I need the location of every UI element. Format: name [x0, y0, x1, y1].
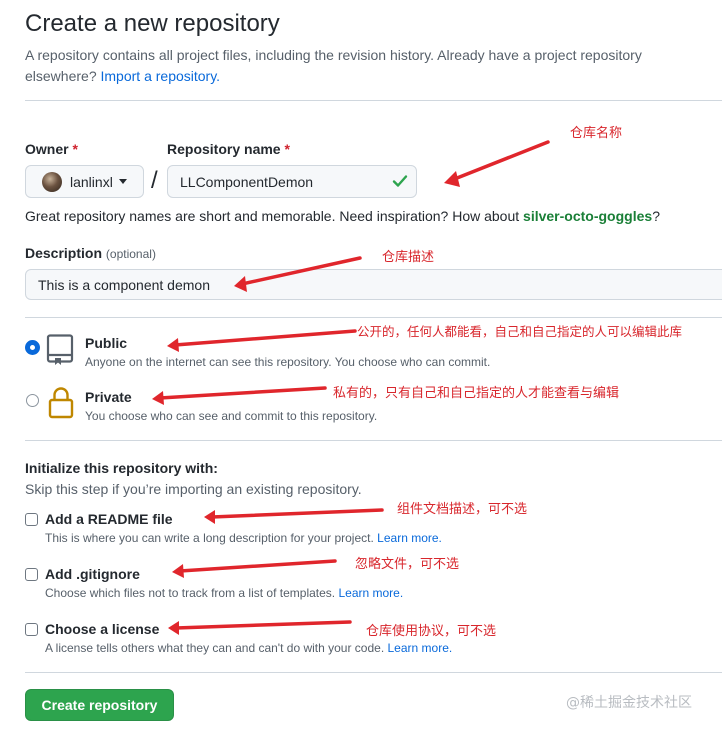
- import-repository-link[interactable]: Import a repository.: [101, 68, 221, 84]
- gitignore-desc: Choose which files not to track from a l…: [45, 586, 403, 600]
- watermark: @稀土掘金技术社区: [566, 695, 692, 711]
- readme-label[interactable]: Add a README file: [45, 511, 173, 527]
- divider: [25, 440, 722, 441]
- readme-checkbox[interactable]: [25, 513, 38, 526]
- arrow-private: [158, 386, 327, 400]
- readme-desc: This is where you can write a long descr…: [45, 531, 442, 545]
- create-repository-button[interactable]: Create repository: [25, 689, 174, 721]
- arrowhead: [204, 510, 215, 524]
- license-desc-text: A license tells others what they can and…: [45, 641, 385, 655]
- private-subtitle: You choose who can see and commit to thi…: [85, 409, 378, 423]
- arrow-public: [173, 329, 357, 347]
- repo-name-label: Repository name *: [167, 141, 290, 157]
- arrowhead: [172, 564, 184, 578]
- public-subtitle: Anyone on the internet can see this repo…: [85, 355, 491, 369]
- gitignore-label[interactable]: Add .gitignore: [45, 566, 140, 582]
- required-mark: *: [284, 141, 290, 157]
- annotation-repo-name: 仓库名称: [570, 126, 623, 141]
- license-desc: A license tells others what they can and…: [45, 641, 452, 655]
- annotation-public: 公开的，任何人都能看，自己和自己指定的人可以编辑此库: [357, 324, 683, 339]
- public-title: Public: [85, 335, 128, 351]
- gitignore-desc-text: Choose which files not to track from a l…: [45, 586, 336, 600]
- hint-end: ?: [652, 208, 660, 224]
- arrowhead: [152, 391, 164, 405]
- optional-mark: (optional): [105, 247, 156, 261]
- annotation-license: 仓库使用协议，可不选: [366, 624, 497, 639]
- private-title: Private: [85, 389, 132, 405]
- arrow-repo-name: [450, 140, 550, 182]
- license-learn-more-link[interactable]: Learn more.: [388, 641, 453, 655]
- owner-value: lanlinxl: [70, 173, 113, 190]
- annotation-private: 私有的，只有自己和自己指定的人才能查看与编辑: [333, 386, 620, 401]
- private-radio[interactable]: [26, 394, 39, 407]
- initialize-heading: Initialize this repository with:: [25, 460, 218, 476]
- avatar: [42, 171, 62, 192]
- arrowhead: [444, 171, 460, 187]
- check-icon: [392, 175, 408, 187]
- description-label: Description (optional): [25, 245, 156, 261]
- owner-repo-separator: /: [151, 167, 158, 194]
- divider: [25, 317, 722, 318]
- page-intro: A repository contains all project files,…: [25, 45, 715, 87]
- readme-learn-more-link[interactable]: Learn more.: [377, 531, 442, 545]
- public-radio[interactable]: [26, 341, 39, 354]
- lock-icon: [48, 387, 74, 419]
- owner-select[interactable]: lanlinxl: [25, 165, 144, 198]
- owner-label-text: Owner: [25, 141, 69, 157]
- repository-name-input[interactable]: [167, 165, 417, 198]
- repo-name-label-text: Repository name: [167, 141, 281, 157]
- arrowhead: [167, 338, 179, 352]
- description-label-text: Description: [25, 245, 103, 261]
- arrowhead: [168, 621, 179, 635]
- page-title: Create a new repository: [25, 10, 280, 37]
- divider: [25, 100, 722, 101]
- annotation-gitignore: 忽略文件，可不选: [355, 557, 460, 572]
- license-checkbox[interactable]: [25, 623, 38, 636]
- arrow-readme: [210, 508, 384, 519]
- caret-down-icon: [118, 179, 127, 184]
- owner-label: Owner *: [25, 141, 78, 157]
- gitignore-learn-more-link[interactable]: Learn more.: [338, 586, 403, 600]
- license-label[interactable]: Choose a license: [45, 621, 159, 637]
- name-hint: Great repository names are short and mem…: [25, 208, 660, 224]
- gitignore-checkbox[interactable]: [25, 568, 38, 581]
- arrow-gitignore: [178, 559, 337, 573]
- divider: [25, 672, 722, 673]
- repo-icon: [46, 334, 74, 365]
- hint-text: Great repository names are short and mem…: [25, 208, 520, 224]
- readme-desc-text: This is where you can write a long descr…: [45, 531, 374, 545]
- name-suggestion[interactable]: silver-octo-goggles: [523, 208, 652, 224]
- annotation-description: 仓库描述: [382, 250, 435, 265]
- arrow-license: [174, 620, 352, 630]
- initialize-subheading: Skip this step if you’re importing an ex…: [25, 481, 362, 497]
- description-input[interactable]: [25, 269, 722, 300]
- required-mark: *: [72, 141, 78, 157]
- annotation-readme: 组件文档描述，可不选: [397, 502, 528, 517]
